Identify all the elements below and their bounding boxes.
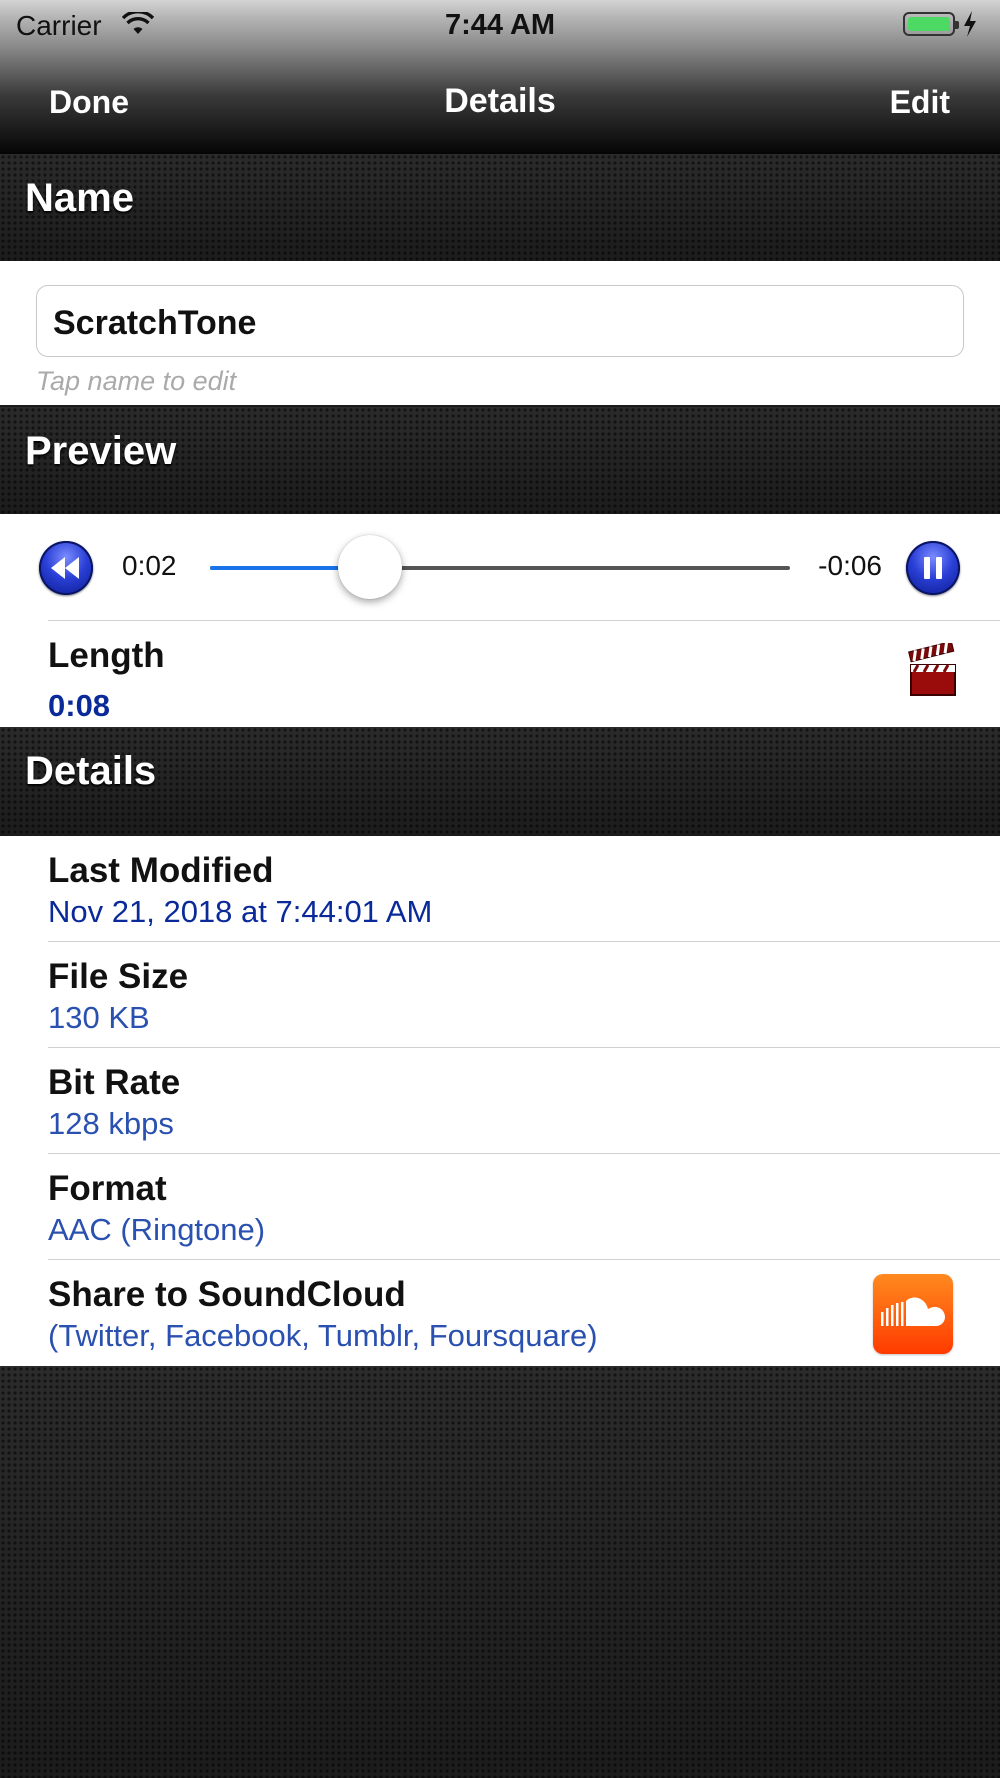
share-to-soundcloud-row[interactable]: Share to SoundCloud (Twitter, Facebook, … bbox=[0, 1260, 1000, 1366]
section-header-details: Details bbox=[0, 727, 1000, 834]
name-hint: Tap name to edit bbox=[36, 366, 237, 396]
clapperboard-icon[interactable] bbox=[908, 640, 958, 704]
divider bbox=[48, 620, 1000, 621]
remaining-time: -0:06 bbox=[818, 550, 882, 581]
section-title-name: Name bbox=[25, 176, 134, 220]
edit-button[interactable]: Edit bbox=[890, 84, 950, 121]
detail-value: Nov 21, 2018 at 7:44:01 AM bbox=[48, 894, 433, 929]
soundcloud-icon[interactable] bbox=[873, 1274, 953, 1354]
playback-slider[interactable] bbox=[210, 535, 790, 599]
battery-icon bbox=[903, 12, 959, 36]
detail-value: 130 KB bbox=[48, 1000, 150, 1035]
length-label: Length bbox=[48, 636, 165, 675]
detail-value: (Twitter, Facebook, Tumblr, Foursquare) bbox=[48, 1318, 598, 1353]
elapsed-time: 0:02 bbox=[122, 550, 177, 581]
detail-label: File Size bbox=[48, 957, 189, 996]
background-area bbox=[0, 1366, 1000, 1778]
page-title: Details bbox=[444, 82, 556, 120]
detail-label: Format bbox=[48, 1169, 167, 1208]
status-time: 7:44 AM bbox=[444, 9, 556, 41]
detail-row-bit-rate: Bit Rate 128 kbps bbox=[0, 1048, 1000, 1154]
status-bar: Carrier 7:44 AM bbox=[0, 0, 1000, 50]
playback-slider-thumb[interactable] bbox=[337, 535, 402, 599]
detail-label: Last Modified bbox=[48, 851, 274, 890]
detail-value: AAC (Ringtone) bbox=[48, 1212, 266, 1247]
detail-row-file-size: File Size 130 KB bbox=[0, 942, 1000, 1048]
name-field[interactable]: ScratchTone bbox=[36, 285, 964, 357]
pause-icon[interactable] bbox=[906, 541, 960, 595]
section-header-preview: Preview bbox=[0, 407, 1000, 514]
details-panel: Last Modified Nov 21, 2018 at 7:44:01 AM… bbox=[0, 836, 1000, 1366]
section-title-preview: Preview bbox=[25, 429, 177, 473]
detail-row-last-modified: Last Modified Nov 21, 2018 at 7:44:01 AM bbox=[0, 836, 1000, 942]
detail-row-format: Format AAC (Ringtone) bbox=[0, 1154, 1000, 1260]
detail-value: 128 kbps bbox=[48, 1106, 174, 1141]
length-value: 0:08 bbox=[48, 688, 111, 723]
charging-bolt-icon bbox=[962, 10, 978, 43]
preview-panel: 0:02 -0:06 Length 0:08 bbox=[0, 514, 1000, 727]
detail-label: Bit Rate bbox=[48, 1063, 181, 1102]
rewind-icon[interactable] bbox=[39, 541, 93, 595]
section-title-details: Details bbox=[25, 749, 157, 793]
section-header-name: Name bbox=[0, 154, 1000, 261]
detail-label: Share to SoundCloud bbox=[48, 1275, 406, 1314]
top-bar: Carrier 7:44 AM Done Details Edit bbox=[0, 0, 1000, 154]
name-panel: ScratchTone Tap name to edit bbox=[0, 261, 1000, 405]
